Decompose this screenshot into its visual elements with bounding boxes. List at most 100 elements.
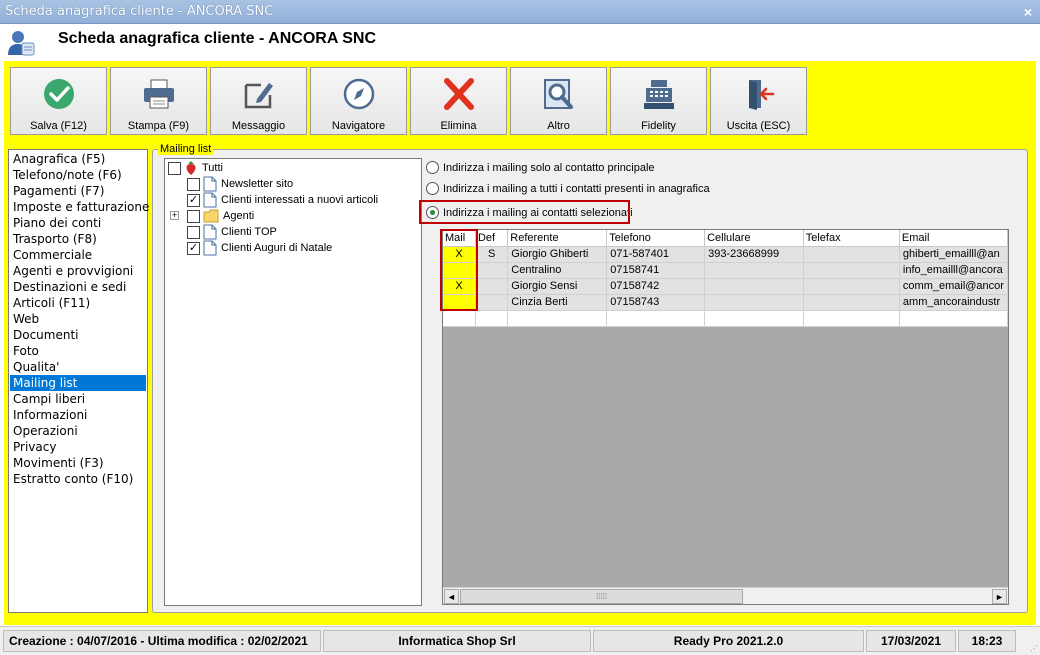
- cell-empty[interactable]: [899, 310, 1008, 327]
- cell-def[interactable]: S: [475, 246, 509, 263]
- cell-telefax[interactable]: [803, 262, 900, 279]
- nav-item-trasporto[interactable]: Trasporto (F8): [10, 231, 146, 247]
- tree-checkbox-clienti-natale[interactable]: ✓: [187, 241, 200, 255]
- cell-empty[interactable]: [803, 310, 900, 327]
- cell-email[interactable]: ghiberti_emailll@an: [899, 246, 1008, 263]
- cell-cellulare[interactable]: [704, 262, 804, 279]
- tree-node-tutti[interactable]: Tutti: [168, 160, 223, 176]
- cell-def[interactable]: [475, 262, 509, 279]
- radio-contatti-selezionati[interactable]: Indirizza i mailing ai contatti selezion…: [426, 206, 633, 219]
- cell-def[interactable]: [475, 278, 509, 295]
- col-header-telefono[interactable]: Telefono: [606, 230, 706, 247]
- cell-telefono[interactable]: 071-587401: [606, 246, 706, 263]
- cell-cellulare[interactable]: 393-23668999: [704, 246, 804, 263]
- nav-item-qualita[interactable]: Qualita': [10, 359, 146, 375]
- cell-mail[interactable]: X: [443, 278, 476, 295]
- cell-telefax[interactable]: [803, 278, 900, 295]
- tree-checkbox-clienti-top[interactable]: [187, 225, 200, 239]
- scroll-left-arrow-icon[interactable]: ◄: [444, 589, 459, 604]
- tree-node-agenti[interactable]: Agenti: [187, 208, 254, 224]
- cell-telefono[interactable]: 07158742: [606, 278, 706, 295]
- cell-mail[interactable]: [443, 294, 476, 311]
- cell-telefono[interactable]: 07158741: [606, 262, 706, 279]
- cell-empty[interactable]: [475, 310, 509, 327]
- cell-cellulare[interactable]: [704, 294, 804, 311]
- radio-contatto-principale[interactable]: Indirizza i mailing solo al contatto pri…: [426, 161, 655, 174]
- status-time: 18:23: [958, 630, 1016, 652]
- delete-button[interactable]: Elimina: [410, 67, 507, 135]
- cell-telefax[interactable]: [803, 246, 900, 263]
- table-row[interactable]: X S Giorgio Ghiberti 071-587401 393-2366…: [443, 246, 1008, 263]
- cell-mail[interactable]: [443, 262, 476, 279]
- cell-mail[interactable]: X: [443, 246, 476, 263]
- tree-node-clienti-natale[interactable]: ✓ Clienti Auguri di Natale: [187, 240, 332, 256]
- col-header-referente[interactable]: Referente: [507, 230, 608, 247]
- scroll-right-arrow-icon[interactable]: ►: [992, 589, 1007, 604]
- nav-item-movimenti[interactable]: Movimenti (F3): [10, 455, 146, 471]
- col-header-mail[interactable]: Mail: [443, 230, 476, 247]
- navigator-button[interactable]: Navigatore: [310, 67, 407, 135]
- nav-item-web[interactable]: Web: [10, 311, 146, 327]
- cell-def[interactable]: [475, 294, 509, 311]
- col-header-cellulare[interactable]: Cellulare: [704, 230, 804, 247]
- save-button[interactable]: Salva (F12): [10, 67, 107, 135]
- cell-empty[interactable]: [507, 310, 608, 327]
- table-row[interactable]: Cinzia Berti 07158743 amm_ancoraindustr: [443, 294, 1008, 311]
- scroll-thumb[interactable]: ⁞⁞⁞⁞⁞: [460, 589, 743, 604]
- cell-email[interactable]: amm_ancoraindustr: [899, 294, 1008, 311]
- nav-item-agenti[interactable]: Agenti e provvigioni: [10, 263, 146, 279]
- close-window-button[interactable]: ×: [1022, 5, 1034, 19]
- cell-empty[interactable]: [704, 310, 804, 327]
- col-header-telefax[interactable]: Telefax: [803, 230, 900, 247]
- nav-item-operazioni[interactable]: Operazioni: [10, 423, 146, 439]
- cell-referente[interactable]: Giorgio Sensi: [507, 278, 608, 295]
- cell-referente[interactable]: Cinzia Berti: [507, 294, 608, 311]
- table-row[interactable]: X Giorgio Sensi 07158742 comm_email@anco…: [443, 278, 1008, 295]
- cell-email[interactable]: comm_email@ancor: [899, 278, 1008, 295]
- tree-node-clienti-top[interactable]: Clienti TOP: [187, 224, 277, 240]
- tree-expander-agenti[interactable]: +: [170, 211, 179, 220]
- tree-node-newsletter[interactable]: Newsletter sito: [187, 176, 293, 192]
- cell-cellulare[interactable]: [704, 278, 804, 295]
- cell-telefono[interactable]: 07158743: [606, 294, 706, 311]
- table-row[interactable]: Centralino 07158741 info_emailll@ancora: [443, 262, 1008, 279]
- nav-item-destinazioni[interactable]: Destinazioni e sedi: [10, 279, 146, 295]
- exit-button[interactable]: Uscita (ESC): [710, 67, 807, 135]
- nav-item-foto[interactable]: Foto: [10, 343, 146, 359]
- cell-telefax[interactable]: [803, 294, 900, 311]
- resize-grip-icon[interactable]: ⋰: [1030, 644, 1038, 653]
- cell-referente[interactable]: Giorgio Ghiberti: [507, 246, 608, 263]
- fidelity-button-label: Fidelity: [641, 120, 676, 132]
- col-header-email[interactable]: Email: [899, 230, 1008, 247]
- more-button[interactable]: Altro: [510, 67, 607, 135]
- nav-item-informazioni[interactable]: Informazioni: [10, 407, 146, 423]
- nav-item-imposte[interactable]: Imposte e fatturazione: [10, 199, 149, 215]
- nav-item-mailing-list[interactable]: Mailing list: [10, 375, 146, 391]
- tree-node-clienti-interessati[interactable]: ✓ Clienti interessati a nuovi articoli: [187, 192, 378, 208]
- nav-item-documenti[interactable]: Documenti: [10, 327, 146, 343]
- tree-checkbox-newsletter[interactable]: [187, 177, 200, 191]
- nav-item-campi-liberi[interactable]: Campi liberi: [10, 391, 146, 407]
- fidelity-button[interactable]: Fidelity: [610, 67, 707, 135]
- nav-item-commerciale[interactable]: Commerciale: [10, 247, 146, 263]
- cell-empty[interactable]: [443, 310, 476, 327]
- tree-checkbox-clienti-interessati[interactable]: ✓: [187, 193, 200, 207]
- print-button[interactable]: Stampa (F9): [110, 67, 207, 135]
- nav-item-anagrafica[interactable]: Anagrafica (F5): [10, 151, 146, 167]
- table-row-new[interactable]: [443, 310, 1008, 327]
- grid-horizontal-scrollbar[interactable]: ◄ ⁞⁞⁞⁞⁞ ►: [443, 587, 1008, 604]
- cell-email[interactable]: info_emailll@ancora: [899, 262, 1008, 279]
- nav-item-telefono-note[interactable]: Telefono/note (F6): [10, 167, 146, 183]
- message-button[interactable]: Messaggio: [210, 67, 307, 135]
- nav-item-pagamenti[interactable]: Pagamenti (F7): [10, 183, 146, 199]
- nav-item-piano-dei-conti[interactable]: Piano dei conti: [10, 215, 146, 231]
- nav-item-privacy[interactable]: Privacy: [10, 439, 146, 455]
- nav-item-articoli[interactable]: Articoli (F11): [10, 295, 146, 311]
- tree-checkbox-agenti[interactable]: [187, 209, 200, 223]
- cell-empty[interactable]: [606, 310, 706, 327]
- col-header-def[interactable]: Def: [475, 230, 509, 247]
- tree-checkbox-tutti[interactable]: [168, 161, 181, 175]
- cell-referente[interactable]: Centralino: [507, 262, 608, 279]
- radio-tutti-contatti[interactable]: Indirizza i mailing a tutti i contatti p…: [426, 182, 710, 195]
- nav-item-estratto-conto[interactable]: Estratto conto (F10): [10, 471, 146, 487]
